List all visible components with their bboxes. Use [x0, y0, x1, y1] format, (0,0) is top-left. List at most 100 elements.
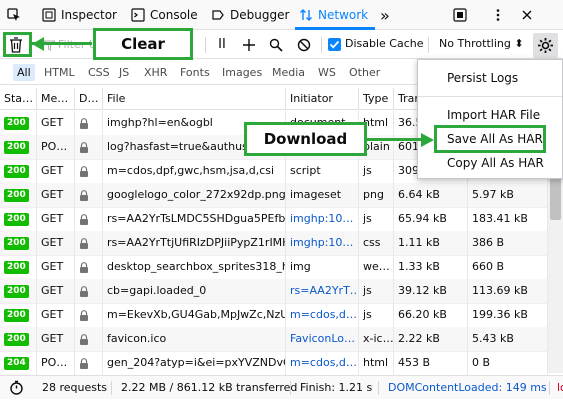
cell-file: gen_204?atyp=i&ei=pxYVZNDvG6-	[103, 351, 286, 375]
save-all-har-highlight-box	[434, 125, 546, 153]
close-devtools-button[interactable]	[521, 0, 533, 30]
menu-import-har[interactable]: Import HAR File	[419, 104, 562, 126]
throttling-select[interactable]: No Throttling ⬍	[439, 37, 524, 50]
block-urls-button[interactable]	[294, 35, 314, 55]
filter-other[interactable]: Other	[349, 64, 380, 81]
more-tabs-button[interactable]: »	[380, 0, 390, 30]
column-file[interactable]: File	[103, 88, 286, 110]
cell-size: 386 B	[468, 231, 548, 255]
cell-file: rs=AA2YrTtjUfiRIzDPJiiPypZ1rIMH6J	[103, 231, 286, 255]
status-badge: 200	[4, 188, 29, 202]
cell-initiator-text: FaviconLo…	[290, 332, 356, 345]
filter-urls-input[interactable]: Filter URLs	[36, 36, 116, 54]
cell-type-text: plain	[363, 140, 390, 153]
search-button[interactable]	[266, 35, 286, 55]
cell-transferred: 2.22 kB	[394, 327, 468, 351]
devtools-menu-button[interactable]	[491, 0, 505, 30]
cell-initiator-text: rs=AA2YrT…	[290, 284, 359, 297]
cell-size: 660 B	[468, 255, 548, 279]
column-type[interactable]: Type	[359, 88, 394, 110]
table-row[interactable]: 200 GET rs=AA2YrTsLMDC5SHDgua5PEfbsQ imghp:…	[0, 207, 548, 232]
cell-initiator-text: imageset	[290, 188, 342, 201]
devtools-tab-bar: Inspector Console Debugger Network »	[0, 0, 563, 30]
tab-debugger-label: Debugger	[230, 8, 290, 22]
add-request-button[interactable]	[239, 35, 259, 55]
filter-ws[interactable]: WS	[318, 64, 336, 81]
filter-media[interactable]: Media	[272, 64, 305, 81]
cell-initiator: m=cdos,d…	[286, 303, 359, 327]
tab-network[interactable]: Network	[299, 0, 368, 30]
pause-recording-button[interactable]: II	[211, 34, 233, 56]
table-row[interactable]: 200 GET rs=AA2YrTtjUfiRIzDPJiiPypZ1rIMH6J i…	[0, 231, 548, 256]
cell-type-text: we…	[363, 260, 390, 273]
status-badge: 204	[4, 356, 29, 370]
cell-method-text: GET	[41, 212, 64, 225]
cell-transferred-text: 39.12 kB	[398, 284, 447, 297]
cell-method: GET	[37, 183, 75, 207]
filter-css[interactable]: CSS	[88, 64, 110, 81]
cell-domain	[75, 327, 103, 351]
cell-status: 200	[0, 303, 37, 327]
cell-file-text: rs=AA2YrTtjUfiRIzDPJiiPypZ1rIMH6J	[107, 236, 286, 249]
table-row[interactable]: 200 GET cb=gapi.loaded_0 rs=AA2YrT… js 39.12 …	[0, 279, 548, 304]
tab-console-label: Console	[150, 8, 198, 22]
column-domain[interactable]: D…	[75, 88, 103, 110]
cell-type-text: png	[363, 188, 384, 201]
lock-icon	[80, 333, 88, 345]
table-row[interactable]: 200 GET favicon.ico FaviconLo… x-ic… 2.22 kB 5…	[0, 327, 548, 352]
cell-domain	[75, 231, 103, 255]
cell-transferred: 1.11 kB	[394, 231, 468, 255]
filter-images[interactable]: Images	[222, 64, 262, 81]
cell-size: 183.41 kB	[468, 207, 548, 231]
filter-js[interactable]: JS	[119, 64, 129, 81]
disable-cache-label[interactable]: Disable Cache	[345, 37, 424, 50]
cell-status: 200	[0, 231, 37, 255]
column-method[interactable]: Me…	[37, 88, 75, 110]
search-icon	[269, 38, 283, 52]
cell-file-text: m=EkevXb,GU4Gab,MpJwZc,NzU6V	[107, 308, 286, 321]
filter-xhr[interactable]: XHR	[144, 64, 167, 81]
menu-copy-all-as-har[interactable]: Copy All As HAR	[419, 152, 562, 174]
cell-initiator: script	[286, 159, 359, 183]
tab-console[interactable]: Console	[131, 0, 198, 30]
cell-type: html	[359, 351, 394, 375]
menu-persist-logs[interactable]: Persist Logs	[419, 67, 562, 89]
menu-divider	[418, 96, 562, 97]
table-row[interactable]: 204 PO… gen_204?atyp=i&ei=pxYVZNDvG6- m=cdo…	[0, 351, 548, 376]
inspector-icon	[42, 8, 56, 22]
dock-toggle-button[interactable]	[453, 0, 467, 30]
cell-size-text: 660 B	[472, 260, 505, 273]
element-picker-icon	[7, 8, 20, 21]
pause-icon: II	[218, 37, 226, 52]
cell-method-text: GET	[41, 284, 64, 297]
download-arrow-line	[367, 138, 422, 141]
network-settings-button[interactable]	[533, 33, 558, 58]
cell-file-text: desktop_searchbox_sprites318_hr.	[107, 260, 286, 273]
status-divider	[290, 381, 291, 395]
tab-debugger[interactable]: Debugger	[211, 0, 289, 30]
performance-analysis-button[interactable]	[9, 380, 24, 395]
cell-transferred: 453 B	[394, 351, 468, 375]
filter-all[interactable]: All	[13, 64, 35, 81]
cell-initiator: FaviconLo…	[286, 327, 359, 351]
cell-domain	[75, 207, 103, 231]
lock-icon	[80, 237, 88, 249]
filter-fonts[interactable]: Fonts	[180, 64, 210, 81]
element-picker-button[interactable]	[7, 0, 21, 30]
table-row[interactable]: 200 GET desktop_searchbox_sprites318_hr. im…	[0, 255, 548, 280]
status-divider	[378, 381, 379, 395]
cell-domain	[75, 159, 103, 183]
cell-size-text: 0 B	[472, 356, 491, 369]
table-row[interactable]: 200 GET m=EkevXb,GU4Gab,MpJwZc,NzU6V m=cdos…	[0, 303, 548, 328]
table-row[interactable]: 200 GET googlelogo_color_272x92dp.png image…	[0, 183, 548, 208]
cell-size-text: 183.41 kB	[472, 212, 528, 225]
disable-cache-checkbox[interactable]	[328, 38, 341, 51]
cell-status: 200	[0, 327, 37, 351]
tab-inspector[interactable]: Inspector	[42, 0, 117, 30]
cell-type: js	[359, 279, 394, 303]
cell-size-text: 199.36 kB	[472, 308, 528, 321]
filter-html[interactable]: HTML	[44, 64, 75, 81]
column-status[interactable]: Sta…	[0, 88, 37, 110]
cell-domain	[75, 135, 103, 159]
column-initiator[interactable]: Initiator	[286, 88, 359, 110]
